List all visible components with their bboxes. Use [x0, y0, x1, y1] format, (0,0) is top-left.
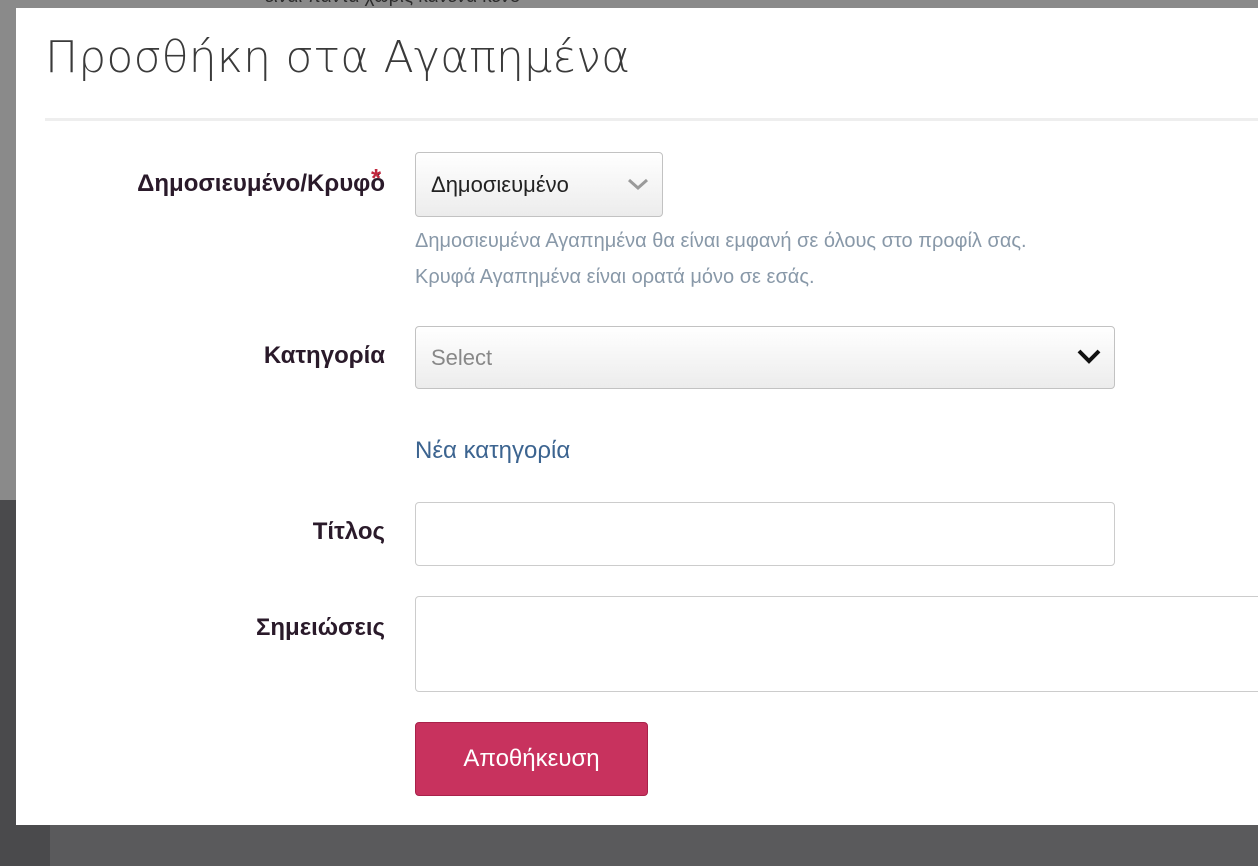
visibility-help-private: Κρυφά Αγαπημένα είναι ορατά μόνο σε εσάς… — [415, 266, 815, 288]
add-to-favorites-modal: Προσθήκη στα Αγαπημένα Δημοσιευμένο/Κρυφ… — [16, 8, 1258, 825]
visibility-label: Δημοσιευμένο/Κρυφό — [137, 170, 385, 197]
chevron-down-icon — [1076, 345, 1102, 371]
backdrop-bottom-left — [0, 825, 50, 866]
backdrop-bottom — [0, 825, 1258, 866]
title-label: Τίτλος — [312, 518, 385, 545]
backdrop-text: είναι πάντα χωρίς κανένα κενό — [265, 0, 520, 8]
category-label: Κατηγορία — [263, 342, 385, 369]
visibility-help-public: Δημοσιευμένα Αγαπημένα θα είναι εμφανή σ… — [415, 230, 1027, 252]
category-select-placeholder: Select — [431, 344, 493, 370]
chevron-down-icon — [626, 172, 650, 198]
required-indicator: * — [371, 163, 382, 193]
notes-label: Σημειώσεις — [255, 614, 385, 641]
backdrop-left — [0, 8, 16, 500]
new-category-link[interactable]: Νέα κατηγορία — [415, 437, 570, 465]
backdrop-left-dark — [0, 500, 16, 866]
modal-divider — [45, 118, 1258, 121]
title-input[interactable] — [415, 502, 1115, 566]
notes-textarea[interactable] — [415, 596, 1258, 692]
visibility-select-value: Δημοσιευμένο — [431, 171, 569, 197]
category-select[interactable]: Select — [415, 326, 1115, 389]
save-button[interactable]: Αποθήκευση — [415, 722, 648, 796]
backdrop-page: είναι πάντα χωρίς κανένα κενό — [0, 0, 1258, 8]
modal-title: Προσθήκη στα Αγαπημένα — [45, 32, 631, 83]
visibility-select[interactable]: Δημοσιευμένο — [415, 152, 663, 217]
